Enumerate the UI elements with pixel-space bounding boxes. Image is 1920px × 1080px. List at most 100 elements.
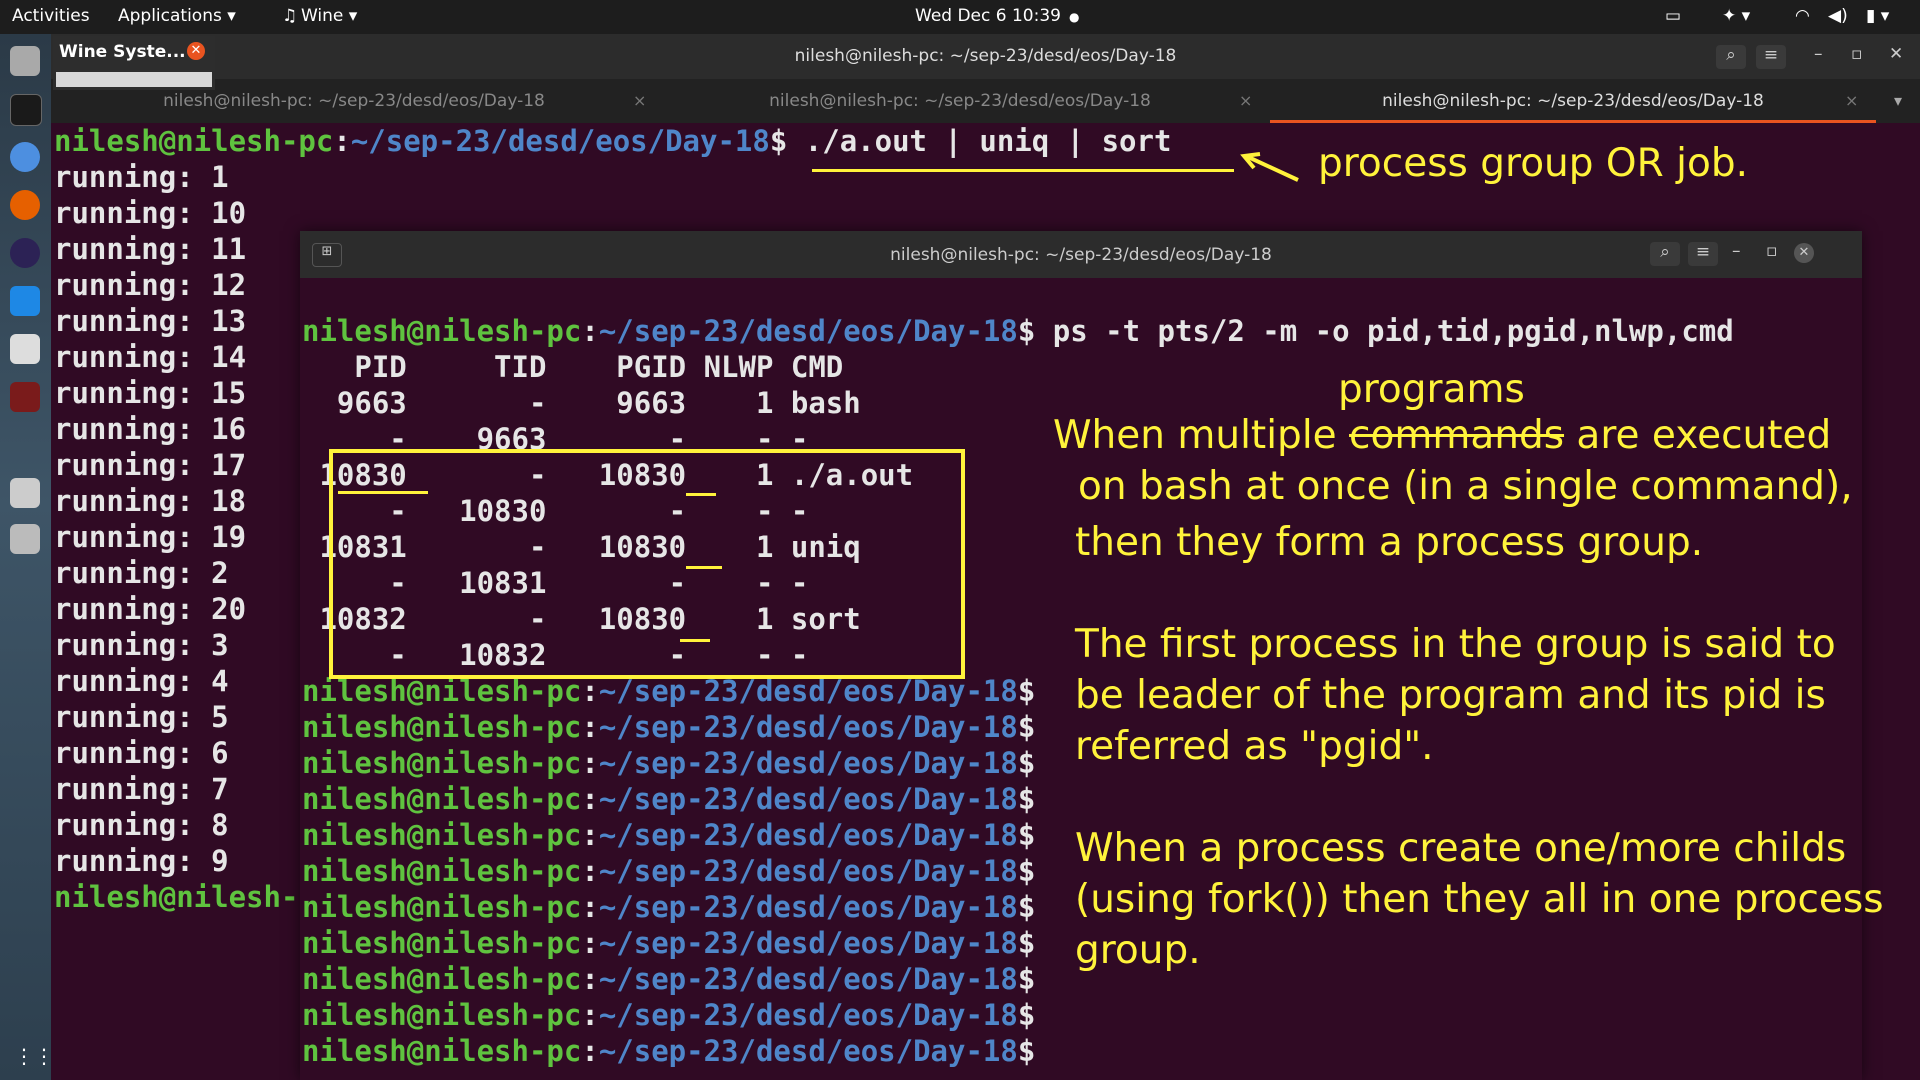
prompt-path: ~/sep-23/desd/eos/Day-18 [598, 710, 1018, 744]
prompt-path: ~/sep-23/desd/eos/Day-18 [598, 818, 1018, 852]
prompt-dollar: $ [1017, 962, 1036, 996]
output-line: running: 11 [54, 232, 247, 266]
arrow-icon [1240, 152, 1299, 182]
prompt-path: ~/sep-23/desd/eos/Day-18 [598, 998, 1018, 1032]
annotation-line-3: then they form a process group. [1075, 520, 1704, 565]
empty-prompt: nilesh@nilesh-pc:~/sep-23/desd/eos/Day-1… [302, 782, 1036, 816]
empty-prompt: nilesh@nilesh-pc:~/sep-23/desd/eos/Day-1… [302, 998, 1036, 1032]
applications-menu[interactable]: Applications ▾ [118, 6, 236, 26]
close-icon[interactable]: ✕ [187, 42, 205, 60]
annotation-line-9: group. [1075, 928, 1201, 973]
output-line: running: 18 [54, 484, 247, 518]
accessibility-icon[interactable]: ✦ ▾ [1722, 6, 1750, 26]
prompt-dollar: $ [1017, 890, 1036, 924]
pgid-underline-2 [686, 566, 722, 569]
inner-search-icon[interactable]: ⌕ [1650, 242, 1680, 266]
clock[interactable]: Wed Dec 6 10:39 [915, 6, 1061, 26]
inner-titlebar[interactable]: ⊞ nilesh@nilesh-pc: ~/sep-23/desd/eos/Da… [300, 231, 1862, 278]
output-line: running: 5 [54, 700, 229, 734]
tab-3-close-icon[interactable]: × [1845, 79, 1858, 123]
empty-prompt: nilesh@nilesh-pc:~/sep-23/desd/eos/Day-1… [302, 890, 1036, 924]
annotation-line-1b: are executed [1564, 413, 1832, 458]
tab-menu-icon[interactable]: ▾ [1894, 79, 1902, 123]
output-line: running: 14 [54, 340, 247, 374]
output-line: running: 7 [54, 772, 229, 806]
tab-2[interactable]: nilesh@nilesh-pc: ~/sep-23/desd/eos/Day-… [657, 79, 1263, 123]
display-icon[interactable] [10, 478, 40, 508]
wine-menu[interactable]: Wine ▾ [301, 6, 357, 26]
wine-popup-title: Wine Syste... [59, 42, 186, 62]
battery-icon[interactable]: ▮ ▾ [1866, 6, 1889, 26]
wine-thumbnail [56, 72, 212, 87]
annotation-line-2: on bash at once (in a single command), [1078, 464, 1853, 509]
eclipse-icon[interactable] [10, 238, 40, 268]
process-group-note: process group OR job. [1318, 141, 1748, 186]
empty-prompt: nilesh@nilesh-pc:~/sep-23/desd/eos/Day-1… [302, 962, 1036, 996]
close-button[interactable]: ✕ [1889, 44, 1903, 64]
search-icon[interactable]: ⌕ [1716, 45, 1746, 69]
empty-prompt: nilesh@nilesh-pc:~/sep-23/desd/eos/Day-1… [302, 710, 1036, 744]
volume-icon[interactable]: ◀) [1828, 6, 1848, 26]
inner-minimize-button[interactable]: – [1732, 241, 1741, 261]
menu-icon[interactable]: ≡ [1756, 45, 1786, 69]
output-line: running: 20 [54, 592, 247, 626]
output-line: running: 16 [54, 412, 247, 446]
prompt-user: nilesh@nilesh-pc [302, 782, 582, 816]
prompt-user: nilesh@nilesh-pc [302, 710, 582, 744]
pgid-underline-1 [686, 493, 716, 496]
annotation-line-4: The first process in the group is said t… [1075, 622, 1836, 667]
output-line: running: 9 [54, 844, 229, 878]
prompt-dollar: $ [1017, 818, 1036, 852]
inner-prompt: nilesh@nilesh-pc:~/sep-23/desd/eos/Day-1… [302, 314, 1734, 348]
pid-underline [338, 491, 428, 494]
dock: ⋮⋮ [0, 34, 54, 1080]
wine-popup[interactable]: Wine Syste... ✕ [53, 36, 215, 90]
prompt-path: ~/sep-23/desd/eos/Day-18 [350, 124, 770, 158]
output-line: running: 8 [54, 808, 229, 842]
output-line: running: 17 [54, 448, 247, 482]
annotation-line-1a: When multiple [1053, 413, 1350, 458]
output-line: running: 12 [54, 268, 247, 302]
firefox-icon[interactable] [10, 190, 40, 220]
files-icon[interactable] [10, 46, 40, 76]
inner-menu-icon[interactable]: ≡ [1688, 242, 1718, 266]
activities-button[interactable]: Activities [12, 6, 90, 26]
vscode-icon[interactable] [10, 286, 40, 316]
inner-close-button[interactable]: ✕ [1794, 243, 1814, 263]
window-title: nilesh@nilesh-pc: ~/sep-23/desd/eos/Day-… [794, 46, 1177, 66]
prompt-path: ~/sep-23/desd/eos/Day-18 [598, 890, 1018, 924]
prompt-dollar: $ [1017, 1034, 1036, 1068]
maximize-button[interactable]: ▫ [1851, 44, 1863, 64]
annotation-line-8: (using fork()) then they all in one proc… [1075, 877, 1884, 922]
terminal-icon[interactable] [10, 94, 42, 126]
empty-prompt: nilesh@nilesh-pc:~/sep-23/desd/eos/Day-1… [302, 1034, 1036, 1068]
tab-3[interactable]: nilesh@nilesh-pc: ~/sep-23/desd/eos/Day-… [1270, 79, 1876, 123]
wifi-icon[interactable]: ◠ [1795, 6, 1810, 26]
prompt-user: nilesh@nilesh-pc [302, 854, 582, 888]
tab-1-close-icon[interactable]: × [633, 79, 646, 123]
prompt-path: ~/sep-23/desd/eos/Day-18 [598, 782, 1018, 816]
empty-prompt: nilesh@nilesh-pc:~/sep-23/desd/eos/Day-1… [302, 926, 1036, 960]
tab-3-label: nilesh@nilesh-pc: ~/sep-23/desd/eos/Day-… [1382, 91, 1764, 111]
command-underline [812, 169, 1234, 172]
app-grid-icon[interactable]: ⋮⋮ [14, 1044, 54, 1068]
screen-icon[interactable]: ▭ [1665, 6, 1681, 26]
text-editor-icon[interactable] [10, 334, 40, 364]
chromium-icon[interactable] [10, 142, 40, 172]
inner-maximize-button[interactable]: ▫ [1766, 241, 1778, 261]
prompt-user: nilesh@nilesh-pc [302, 746, 582, 780]
annotation-line-6: referred as "pgid". [1075, 724, 1434, 769]
screenshot-icon[interactable] [10, 524, 40, 554]
prompt-dollar: $ [1017, 746, 1036, 780]
prompt-path: ~/sep-23/desd/eos/Day-18 [598, 926, 1018, 960]
inner-prompt-user: nilesh@nilesh-pc [302, 314, 582, 348]
minimize-button[interactable]: – [1814, 44, 1823, 64]
wine-app-icon[interactable] [10, 382, 40, 412]
prompt-dollar: $ [1017, 998, 1036, 1032]
annotation-line-7: When a process create one/more childs [1075, 826, 1847, 871]
output-line: running: 10 [54, 196, 247, 230]
empty-prompt: nilesh@nilesh-pc:~/sep-23/desd/eos/Day-1… [302, 746, 1036, 780]
tab-2-close-icon[interactable]: × [1239, 79, 1252, 123]
inner-prompt-path: ~/sep-23/desd/eos/Day-18 [598, 314, 1018, 348]
window-titlebar[interactable]: nilesh@nilesh-pc: ~/sep-23/desd/eos/Day-… [51, 34, 1920, 79]
